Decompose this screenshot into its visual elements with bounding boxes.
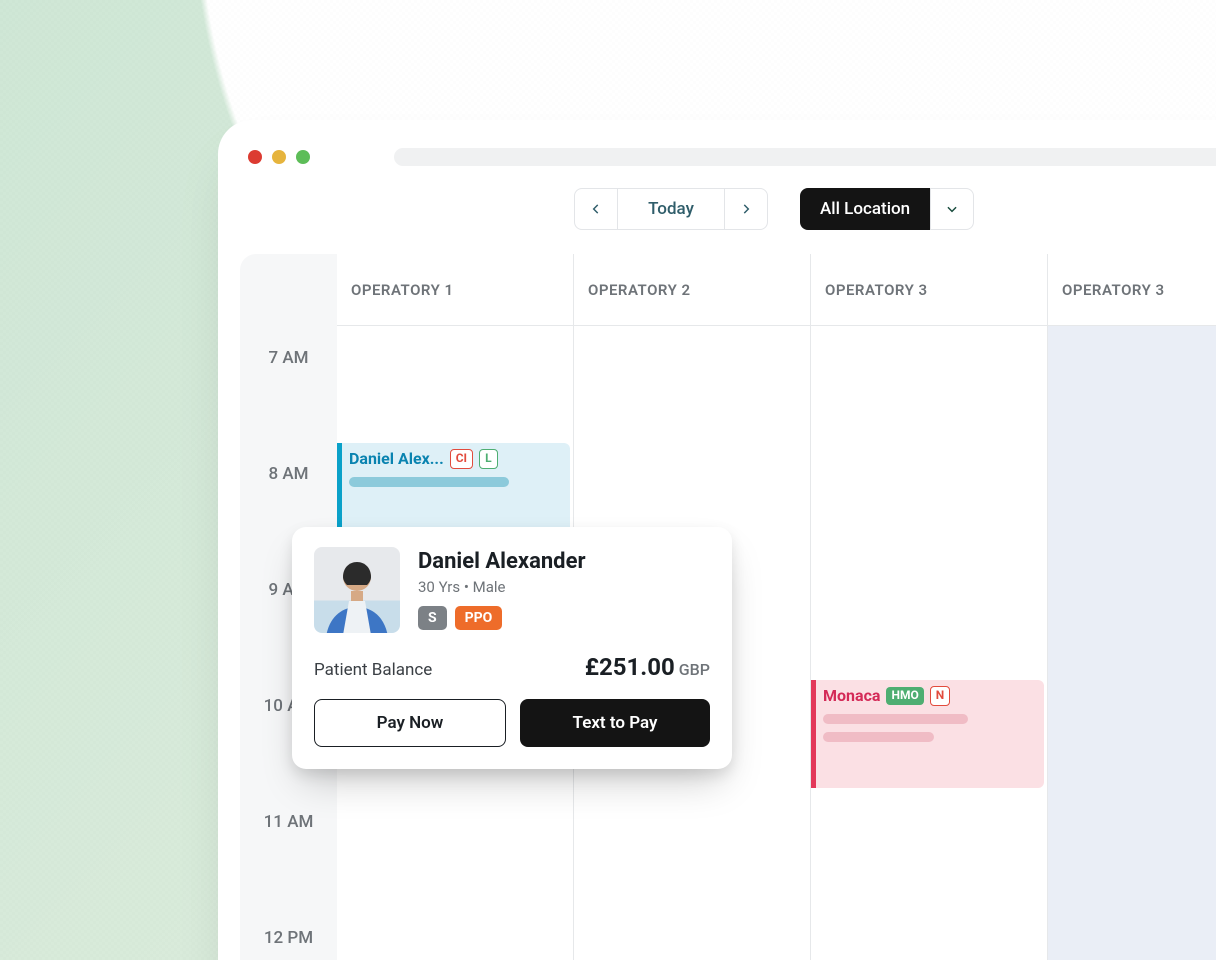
tag-l: L bbox=[479, 449, 498, 469]
patient-name: Daniel Alexander bbox=[418, 549, 710, 574]
time-label: 12 PM bbox=[240, 928, 337, 948]
patient-popover: Daniel Alexander 30 Yrs • Male S PPO Pat… bbox=[292, 527, 732, 769]
pay-now-button[interactable]: Pay Now bbox=[314, 699, 506, 747]
time-label: 7 AM bbox=[240, 348, 337, 368]
appointment-patient-name: Daniel Alex... bbox=[349, 449, 444, 468]
chip-ppo: PPO bbox=[455, 606, 503, 630]
browser-urlbar[interactable] bbox=[394, 148, 1216, 166]
prev-day-button[interactable] bbox=[574, 188, 618, 230]
column-header: OPERATORY 3 bbox=[1048, 254, 1216, 326]
next-day-button[interactable] bbox=[724, 188, 768, 230]
tag-n: N bbox=[930, 686, 950, 706]
chevron-right-icon bbox=[739, 202, 753, 216]
tag-ci: CI bbox=[450, 449, 473, 469]
chip-s: S bbox=[418, 606, 447, 630]
chevron-left-icon bbox=[589, 202, 603, 216]
today-button[interactable]: Today bbox=[618, 188, 724, 230]
schedule-grid: 7 AM 8 AM 9 AM 10 AM 11 AM 12 PM OPERATO… bbox=[240, 254, 1216, 960]
balance-label: Patient Balance bbox=[314, 660, 432, 680]
balance-value: £251.00GBP bbox=[585, 653, 710, 681]
time-label: 11 AM bbox=[240, 812, 337, 832]
minimize-dot[interactable] bbox=[272, 150, 286, 164]
location-button[interactable]: All Location bbox=[800, 188, 930, 230]
column-header: OPERATORY 1 bbox=[337, 254, 573, 326]
operatory-column-3: OPERATORY 3 Monaca HMO N bbox=[811, 254, 1048, 960]
patient-subtitle: 30 Yrs • Male bbox=[418, 578, 710, 596]
app-window: Today All Location 7 AM 8 AM 9 AM 10 AM … bbox=[218, 120, 1216, 960]
chevron-down-icon bbox=[945, 202, 959, 216]
text-to-pay-button[interactable]: Text to Pay bbox=[520, 699, 710, 747]
close-dot[interactable] bbox=[248, 150, 262, 164]
appointment-patient-name: Monaca bbox=[823, 686, 880, 705]
maximize-dot[interactable] bbox=[296, 150, 310, 164]
column-header: OPERATORY 2 bbox=[574, 254, 810, 326]
location-dropdown[interactable] bbox=[930, 188, 974, 230]
column-header: OPERATORY 3 bbox=[811, 254, 1047, 326]
avatar bbox=[314, 547, 400, 633]
window-traffic-lights bbox=[248, 150, 310, 164]
operatory-column-4: OPERATORY 3 bbox=[1048, 254, 1216, 960]
time-label: 8 AM bbox=[240, 464, 337, 484]
appointment-monaca[interactable]: Monaca HMO N bbox=[811, 680, 1044, 788]
tag-hmo: HMO bbox=[886, 687, 923, 705]
calendar-toolbar: Today All Location bbox=[574, 188, 974, 230]
